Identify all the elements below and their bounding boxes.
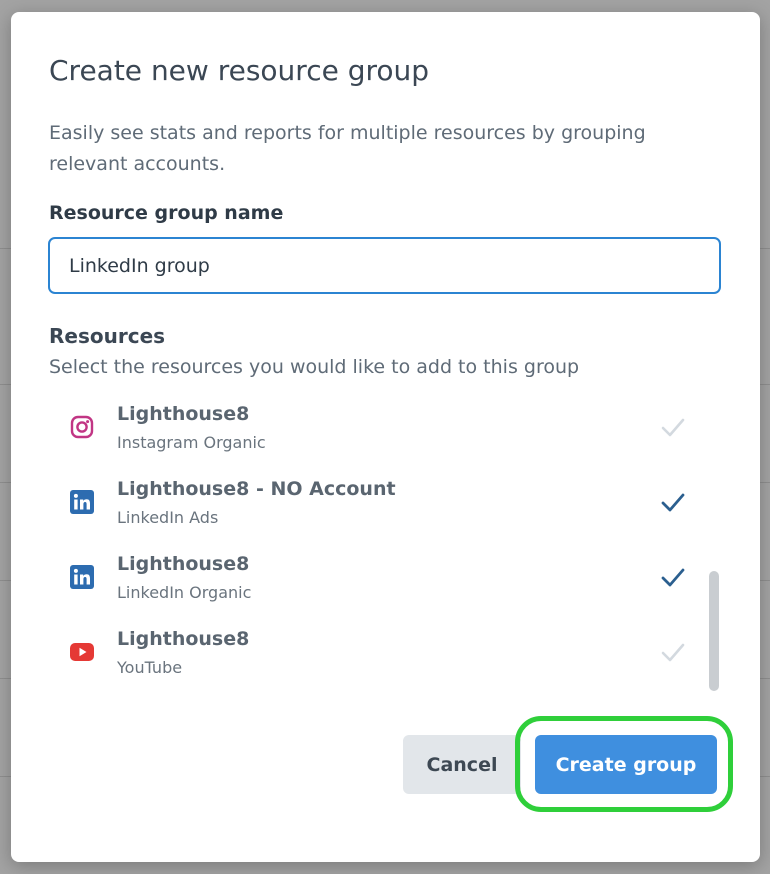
resource-item[interactable]: Lighthouse8 YouTube — [49, 622, 709, 682]
linkedin-icon — [70, 565, 94, 589]
resource-name: Lighthouse8 — [117, 628, 250, 650]
check-icon[interactable] — [659, 638, 687, 666]
youtube-icon — [70, 643, 94, 661]
check-icon[interactable] — [659, 488, 687, 516]
resource-name: Lighthouse8 — [117, 403, 250, 425]
resource-item[interactable]: Lighthouse8 Instagram Organic — [49, 397, 709, 457]
resource-list: Lighthouse8 Instagram Organic Lighthouse… — [49, 397, 739, 697]
create-resource-group-dialog: Create new resource group Easily see sta… — [11, 12, 760, 862]
resource-type: LinkedIn Ads — [117, 508, 219, 527]
dialog-description: Easily see stats and reports for multipl… — [49, 122, 646, 175]
resource-item[interactable]: Lighthouse8 - NO Account LinkedIn Ads — [49, 472, 709, 532]
group-name-input[interactable] — [48, 237, 721, 294]
dialog-title: Create new resource group — [49, 54, 430, 87]
group-name-label: Resource group name — [49, 202, 284, 224]
instagram-icon — [70, 415, 94, 439]
resource-type: LinkedIn Organic — [117, 583, 252, 602]
resources-sublabel: Select the resources you would like to a… — [49, 356, 580, 378]
check-icon[interactable] — [659, 563, 687, 591]
cancel-button[interactable]: Cancel — [403, 735, 521, 794]
create-group-button[interactable]: Create group — [535, 735, 717, 794]
resource-name: Lighthouse8 — [117, 553, 250, 575]
resource-item[interactable]: Lighthouse8 LinkedIn Organic — [49, 547, 709, 607]
resource-type: Instagram Organic — [117, 433, 266, 452]
resource-list-scrollbar[interactable] — [709, 571, 719, 691]
resources-label: Resources — [49, 324, 166, 348]
resource-name: Lighthouse8 - NO Account — [117, 478, 396, 500]
linkedin-icon — [70, 490, 94, 514]
resource-type: YouTube — [117, 658, 183, 677]
check-icon[interactable] — [659, 413, 687, 441]
